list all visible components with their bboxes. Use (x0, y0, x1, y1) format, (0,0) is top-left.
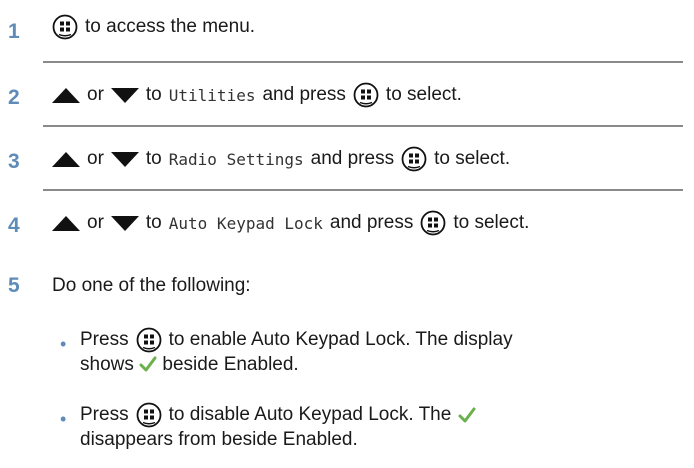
step-number: 3 (8, 150, 20, 173)
menu-ok-button-icon (52, 14, 78, 40)
select-text: to select. (453, 212, 530, 233)
option-line-1: to disable Auto Keypad Lock. The (168, 404, 452, 425)
press-text: and press (329, 212, 414, 233)
select-text: to select. (434, 148, 511, 169)
up-arrow-icon (52, 151, 80, 167)
checkmark-icon (139, 356, 157, 372)
separator (43, 125, 683, 127)
down-arrow-icon (110, 87, 139, 103)
to-text: to (145, 148, 162, 169)
step-text: or to Utilities and press to select. (52, 82, 462, 108)
step-number: 1 (8, 20, 20, 43)
menu-ok-button-icon (136, 327, 162, 353)
option-line-2: disappears from beside Enabled. (80, 429, 358, 450)
down-arrow-icon (110, 151, 139, 167)
up-arrow-icon (52, 87, 80, 103)
option-text: Press to enable Auto Keypad Lock. The di… (80, 327, 513, 377)
press-text: Press (80, 329, 129, 350)
separator (43, 189, 683, 191)
menu-ok-button-icon (353, 82, 379, 108)
option-line-2-post: beside Enabled. (162, 354, 299, 375)
up-arrow-icon (52, 215, 80, 231)
or-text: or (87, 212, 104, 233)
press-text: and press (262, 84, 346, 105)
select-text: to select. (385, 84, 462, 105)
separator (43, 61, 683, 63)
step-text: Do one of the following: (52, 275, 251, 297)
menu-item-name: Radio Settings (168, 149, 304, 169)
or-text: or (87, 84, 104, 105)
step-number: 2 (8, 86, 20, 109)
bullet: • (60, 409, 67, 429)
press-text: Press (80, 404, 129, 425)
step-number: 4 (8, 214, 20, 237)
menu-item-name: Utilities (168, 85, 256, 105)
option-line-2-pre: shows (80, 354, 134, 375)
step-text: or to Auto Keypad Lock and press to sele… (52, 210, 529, 236)
step-description: Do one of the following: (52, 275, 251, 296)
step-number: 5 (8, 274, 20, 297)
to-text: to (145, 212, 162, 233)
step-text: or to Radio Settings and press to select… (52, 146, 510, 172)
step-description: to access the menu. (85, 16, 256, 37)
down-arrow-icon (110, 215, 139, 231)
menu-item-name: Auto Keypad Lock (168, 213, 323, 233)
or-text: or (87, 148, 104, 169)
step-text: to access the menu. (52, 14, 255, 40)
bullet: • (60, 334, 67, 354)
menu-ok-button-icon (136, 402, 162, 428)
option-line-1: to enable Auto Keypad Lock. The display (168, 329, 513, 350)
menu-ok-button-icon (401, 146, 427, 172)
checkmark-icon (458, 407, 476, 423)
option-text: Press to disable Auto Keypad Lock. The d… (80, 402, 476, 452)
menu-ok-button-icon (420, 210, 446, 236)
to-text: to (145, 84, 162, 105)
press-text: and press (310, 148, 395, 169)
